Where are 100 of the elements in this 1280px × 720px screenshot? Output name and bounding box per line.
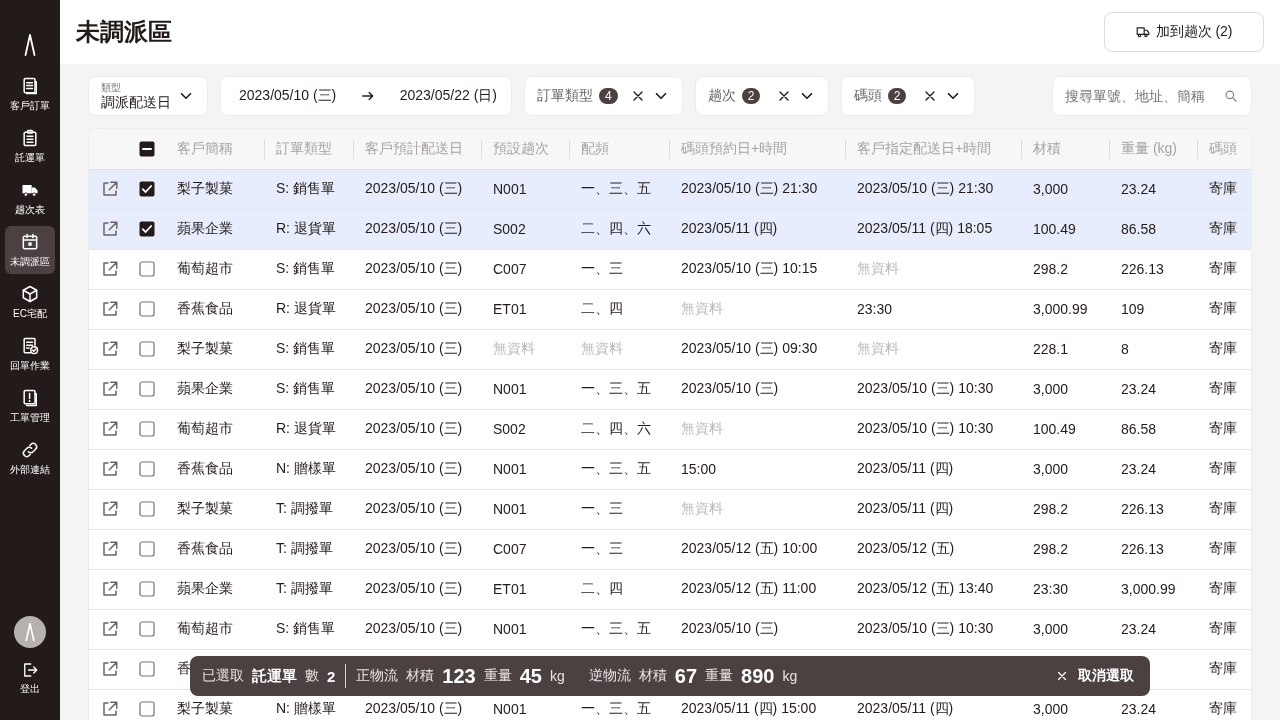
table-cell: 3,000 (1033, 621, 1069, 637)
external-link-icon[interactable] (101, 300, 119, 318)
table-cell: 寄庫 (1209, 540, 1237, 556)
table-cell: 2023/05/10 (三) (365, 220, 463, 236)
external-link-icon[interactable] (101, 420, 119, 438)
external-link-icon[interactable] (101, 180, 119, 198)
table-cell: 23.24 (1121, 461, 1157, 477)
selected-count: 2 (327, 667, 336, 685)
date-range-field[interactable]: 2023/05/10 (三) 2023/05/22 (日) (220, 76, 512, 116)
table-cell: 一、三、五 (581, 620, 651, 636)
table-cell: T: 調撥單 (276, 500, 333, 516)
table-cell: 23:30 (857, 301, 893, 317)
checkbox[interactable] (139, 381, 155, 397)
table-cell: N001 (493, 701, 527, 717)
table-cell: S: 銷售單 (276, 260, 336, 276)
table-cell: 梨子製菓 (177, 180, 233, 196)
table-cell: 23.24 (1121, 621, 1157, 637)
checkbox[interactable] (139, 341, 155, 357)
sidebar-item[interactable]: EC宅配 (5, 278, 55, 326)
checkbox[interactable] (139, 140, 155, 157)
cancel-selection-button[interactable]: 取消選取 (1052, 667, 1138, 685)
external-link-icon[interactable] (101, 380, 119, 398)
checkbox[interactable] (139, 661, 155, 677)
table-cell: 2023/05/10 (三) 21:30 (681, 180, 818, 196)
checkbox[interactable] (139, 221, 155, 237)
external-link-icon[interactable] (101, 540, 119, 558)
table-cell: 15:00 (681, 461, 717, 477)
external-link-icon[interactable] (101, 500, 119, 518)
checkbox[interactable] (139, 461, 155, 477)
external-link-icon[interactable] (101, 340, 119, 358)
table-cell: 109 (1121, 301, 1145, 317)
end-date: 2023/05/22 (日) (399, 87, 497, 105)
metric-unit: kg (549, 668, 565, 684)
sidebar-item[interactable]: 工單管理 (5, 382, 55, 430)
external-link-icon[interactable] (101, 460, 119, 478)
checkbox[interactable] (139, 501, 155, 517)
add-to-trip-button[interactable]: 加到趟次 (2) (1104, 12, 1264, 52)
table-cell: 香蕉食品 (177, 540, 233, 556)
external-link-icon[interactable] (101, 220, 119, 238)
table-cell: 梨子製菓 (177, 700, 233, 716)
checkbox[interactable] (139, 421, 155, 437)
checkbox[interactable] (139, 301, 155, 317)
table-cell: 二、四、六 (581, 220, 651, 236)
table-cell: 23.24 (1121, 701, 1157, 717)
table-cell: 23.24 (1121, 181, 1157, 197)
filter-select[interactable]: 訂單類型 4 (524, 76, 683, 116)
table-cell: ET01 (493, 581, 527, 597)
table-cell: 2023/05/10 (三) (365, 460, 463, 476)
table-cell: S: 銷售單 (276, 180, 336, 196)
table-cell: 寄庫 (1209, 460, 1237, 476)
table-cell: 寄庫 (1209, 180, 1237, 196)
sidebar-item[interactable]: 客戶訂單 (5, 70, 55, 118)
table-cell: N001 (493, 181, 527, 197)
metric-label: 材積 (406, 667, 435, 685)
checkbox[interactable] (139, 621, 155, 637)
logout-icon (21, 660, 39, 679)
table-cell: 葡萄超市 (177, 620, 233, 636)
table-cell: R: 退貨單 (276, 220, 336, 236)
table-cell: 2023/05/10 (三) (365, 580, 463, 596)
logout-button[interactable]: 登出 (5, 654, 55, 702)
sidebar-item[interactable]: 回單作業 (5, 330, 55, 378)
search-field[interactable]: 搜尋單號、地址、簡稱 (1052, 76, 1252, 116)
select-value: 調派配送日 (101, 93, 171, 111)
checkbox[interactable] (139, 261, 155, 277)
sidebar-item[interactable]: 未調派區 (5, 226, 55, 274)
table-cell: 一、三、五 (581, 380, 651, 396)
table-cell: 2023/05/12 (五) (857, 540, 955, 556)
table-cell: N: 贈樣單 (276, 460, 336, 476)
table-cell: 無資料 (857, 260, 899, 276)
sidebar-item[interactable]: 託運單 (5, 122, 55, 170)
metric-value: 123 (442, 664, 476, 688)
close-icon (1056, 670, 1068, 682)
external-link-icon[interactable] (101, 660, 119, 678)
checkbox[interactable] (139, 181, 155, 197)
sidebar-item[interactable]: 趟次表 (5, 174, 55, 222)
calendar-icon (20, 231, 40, 252)
sidebar-item[interactable]: 外部連結 (5, 434, 55, 482)
checkbox[interactable] (139, 701, 155, 717)
table-cell: 一、三、五 (581, 700, 651, 716)
type-select[interactable]: 類型 調派配送日 (88, 76, 208, 116)
table-cell: 2023/05/10 (三) 10:30 (857, 420, 994, 436)
external-link-icon[interactable] (101, 580, 119, 598)
table-cell: S: 銷售單 (276, 340, 336, 356)
table-cell: 2023/05/10 (三) (365, 300, 463, 316)
group-label: 逆物流 (588, 667, 631, 685)
table-cell: R: 退貨單 (276, 420, 336, 436)
filter-select[interactable]: 碼頭 2 (840, 76, 975, 116)
table-cell: 298.2 (1033, 541, 1069, 557)
checkbox[interactable] (139, 541, 155, 557)
avatar[interactable] (14, 616, 46, 648)
filter-select[interactable]: 趟次 2 (694, 76, 829, 116)
document-icon (20, 75, 40, 96)
external-link-icon[interactable] (101, 700, 119, 718)
external-link-icon[interactable] (101, 260, 119, 278)
checkbox[interactable] (139, 581, 155, 597)
table-cell: 寄庫 (1209, 260, 1237, 276)
table-cell: 香蕉食品 (177, 300, 233, 316)
table-cell: 2023/05/10 (三) (681, 380, 779, 396)
table-cell: N001 (493, 621, 527, 637)
external-link-icon[interactable] (101, 620, 119, 638)
